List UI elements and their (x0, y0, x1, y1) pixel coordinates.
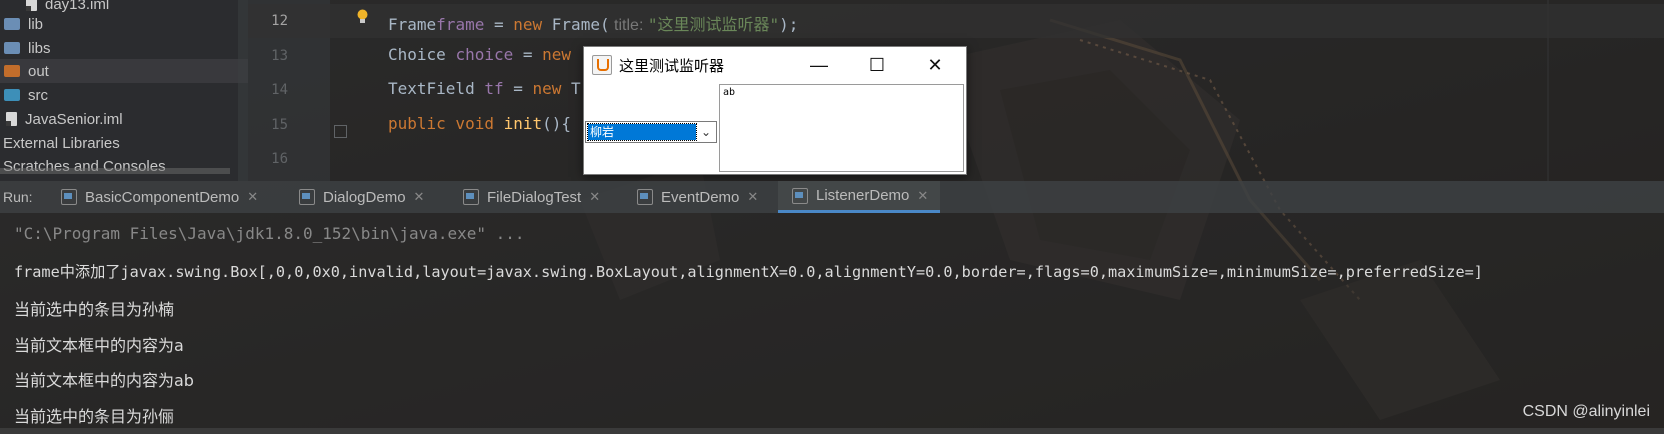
code-line-15: public void init(){ (388, 114, 571, 133)
folder-icon (4, 18, 20, 30)
tab-dialogdemo[interactable]: DialogDemo ✕ (299, 181, 424, 213)
folder-icon (4, 42, 20, 54)
code-token: Frame( (542, 15, 610, 34)
tree-item-javasenior-iml[interactable]: JavaSenior.iml (0, 107, 123, 131)
line-number: 12 (271, 13, 288, 29)
window-title: 这里测试监听器 (619, 57, 725, 75)
fold-marker-icon[interactable] (334, 125, 347, 138)
line-number: 16 (271, 151, 288, 167)
iml-file-icon (26, 0, 37, 11)
code-token: choice (455, 45, 514, 64)
choice-dropdown[interactable]: 柳岩 ⌄ (585, 121, 717, 143)
tab-label: BasicComponentDemo (85, 188, 240, 206)
status-bar-strip (0, 428, 1664, 434)
run-config-icon (61, 189, 77, 205)
code-token: (){ (542, 114, 572, 133)
text-field[interactable]: ab (719, 84, 964, 172)
iml-file-icon (6, 112, 17, 126)
code-token: Choice (388, 45, 446, 64)
code-token: TextField (388, 79, 475, 98)
run-config-icon (792, 187, 808, 204)
vertical-scrollbar[interactable] (238, 0, 248, 181)
tab-label: EventDemo (661, 188, 740, 206)
code-token: new (542, 45, 572, 64)
chevron-down-icon[interactable]: ⌄ (698, 123, 714, 141)
close-button[interactable]: ✕ (906, 47, 964, 83)
code-line-13: Choice choice = new (388, 45, 571, 64)
tree-item-label: lib (28, 15, 44, 33)
tree-item-label: out (28, 62, 49, 80)
tree-item-label: src (28, 86, 48, 104)
parameter-hint: title: (609, 17, 648, 34)
awt-frame-window[interactable]: 这里测试监听器 — ☐ ✕ 柳岩 ⌄ ab (583, 46, 967, 175)
tree-item-label: day13.iml (45, 0, 110, 13)
tree-item-src[interactable]: src (0, 83, 48, 107)
tree-item-label: JavaSenior.iml (25, 110, 123, 128)
choice-selected-value: 柳岩 (587, 123, 697, 141)
tree-item-label: libs (28, 39, 51, 57)
tree-item-out[interactable]: out (0, 59, 248, 83)
tab-filedialogtest[interactable]: FileDialogTest ✕ (463, 181, 600, 213)
close-icon[interactable]: ✕ (589, 189, 600, 205)
console-line: 当前文本框中的内容为ab (14, 371, 194, 390)
code-token: T (561, 79, 581, 98)
csdn-watermark: CSDN @alinyinlei (1522, 403, 1650, 420)
console-line: 当前选中的条目为孙楠 (14, 300, 175, 319)
console-line: frame中添加了javax.swing.Box[,0,0,0x0,invali… (14, 263, 1483, 281)
maximize-button[interactable]: ☐ (848, 47, 906, 83)
tree-item-label: External Libraries (3, 134, 120, 152)
console-line: "C:\Program Files\Java\jdk1.8.0_152\bin\… (14, 224, 525, 243)
excluded-folder-icon (4, 65, 20, 77)
code-token: ); (779, 15, 799, 34)
tab-basiccomponentdemo[interactable]: BasicComponentDemo ✕ (61, 181, 258, 213)
tab-label: FileDialogTest (487, 188, 582, 206)
project-tree-panel: day13.iml lib libs out src JavaSenior.im… (0, 0, 248, 181)
code-token: init (493, 114, 543, 133)
run-config-icon (637, 189, 653, 205)
tab-label: DialogDemo (323, 188, 406, 206)
java-app-icon (592, 55, 612, 75)
code-line-12: Frameframe = new Frame( title: "这里测试监听器"… (388, 11, 798, 35)
code-token: = (484, 15, 514, 34)
tree-item-external-libraries[interactable]: External Libraries (3, 131, 120, 155)
line-number: 14 (271, 82, 288, 98)
tree-item-libs[interactable]: libs (0, 36, 51, 60)
tab-eventdemo[interactable]: EventDemo ✕ (637, 181, 758, 213)
tree-item-lib[interactable]: lib (0, 12, 43, 36)
code-token: tf (484, 79, 504, 98)
run-console[interactable]: "C:\Program Files\Java\jdk1.8.0_152\bin\… (0, 213, 1664, 434)
source-folder-icon (4, 89, 20, 101)
close-icon[interactable]: ✕ (747, 189, 758, 205)
code-line-14: TextField tf = new T (388, 79, 581, 98)
horizontal-scrollbar[interactable] (0, 168, 230, 174)
code-token: public (388, 114, 446, 133)
lightbulb-icon[interactable] (356, 9, 369, 24)
code-string: "这里测试监听器" (647, 15, 780, 34)
close-icon[interactable]: ✕ (247, 189, 258, 205)
code-token: new (532, 79, 562, 98)
code-token: Frame (388, 15, 437, 34)
run-toolwindow-tabbar: Run: BasicComponentDemo ✕ DialogDemo ✕ F… (0, 181, 1664, 213)
run-config-icon (463, 189, 479, 205)
run-label: Run: (3, 189, 33, 205)
line-number: 13 (271, 48, 288, 64)
code-token: new (513, 15, 543, 34)
minimize-button[interactable]: — (790, 47, 848, 83)
close-icon[interactable]: ✕ (414, 189, 425, 205)
tab-listenerdemo[interactable]: ListenerDemo ✕ (778, 181, 941, 213)
line-number: 15 (271, 117, 288, 133)
code-token: = (513, 45, 543, 64)
run-config-icon (299, 189, 315, 205)
code-token: = (503, 79, 533, 98)
code-token: void (445, 114, 494, 133)
tree-item-scratches[interactable]: Scratches and Consoles (3, 154, 166, 178)
tab-label: ListenerDemo (816, 187, 910, 204)
code-token: frame (436, 15, 485, 34)
close-icon[interactable]: ✕ (917, 188, 928, 204)
console-line: 当前文本框中的内容为a (14, 336, 184, 355)
console-line: 当前选中的条目为孙俪 (14, 407, 175, 426)
